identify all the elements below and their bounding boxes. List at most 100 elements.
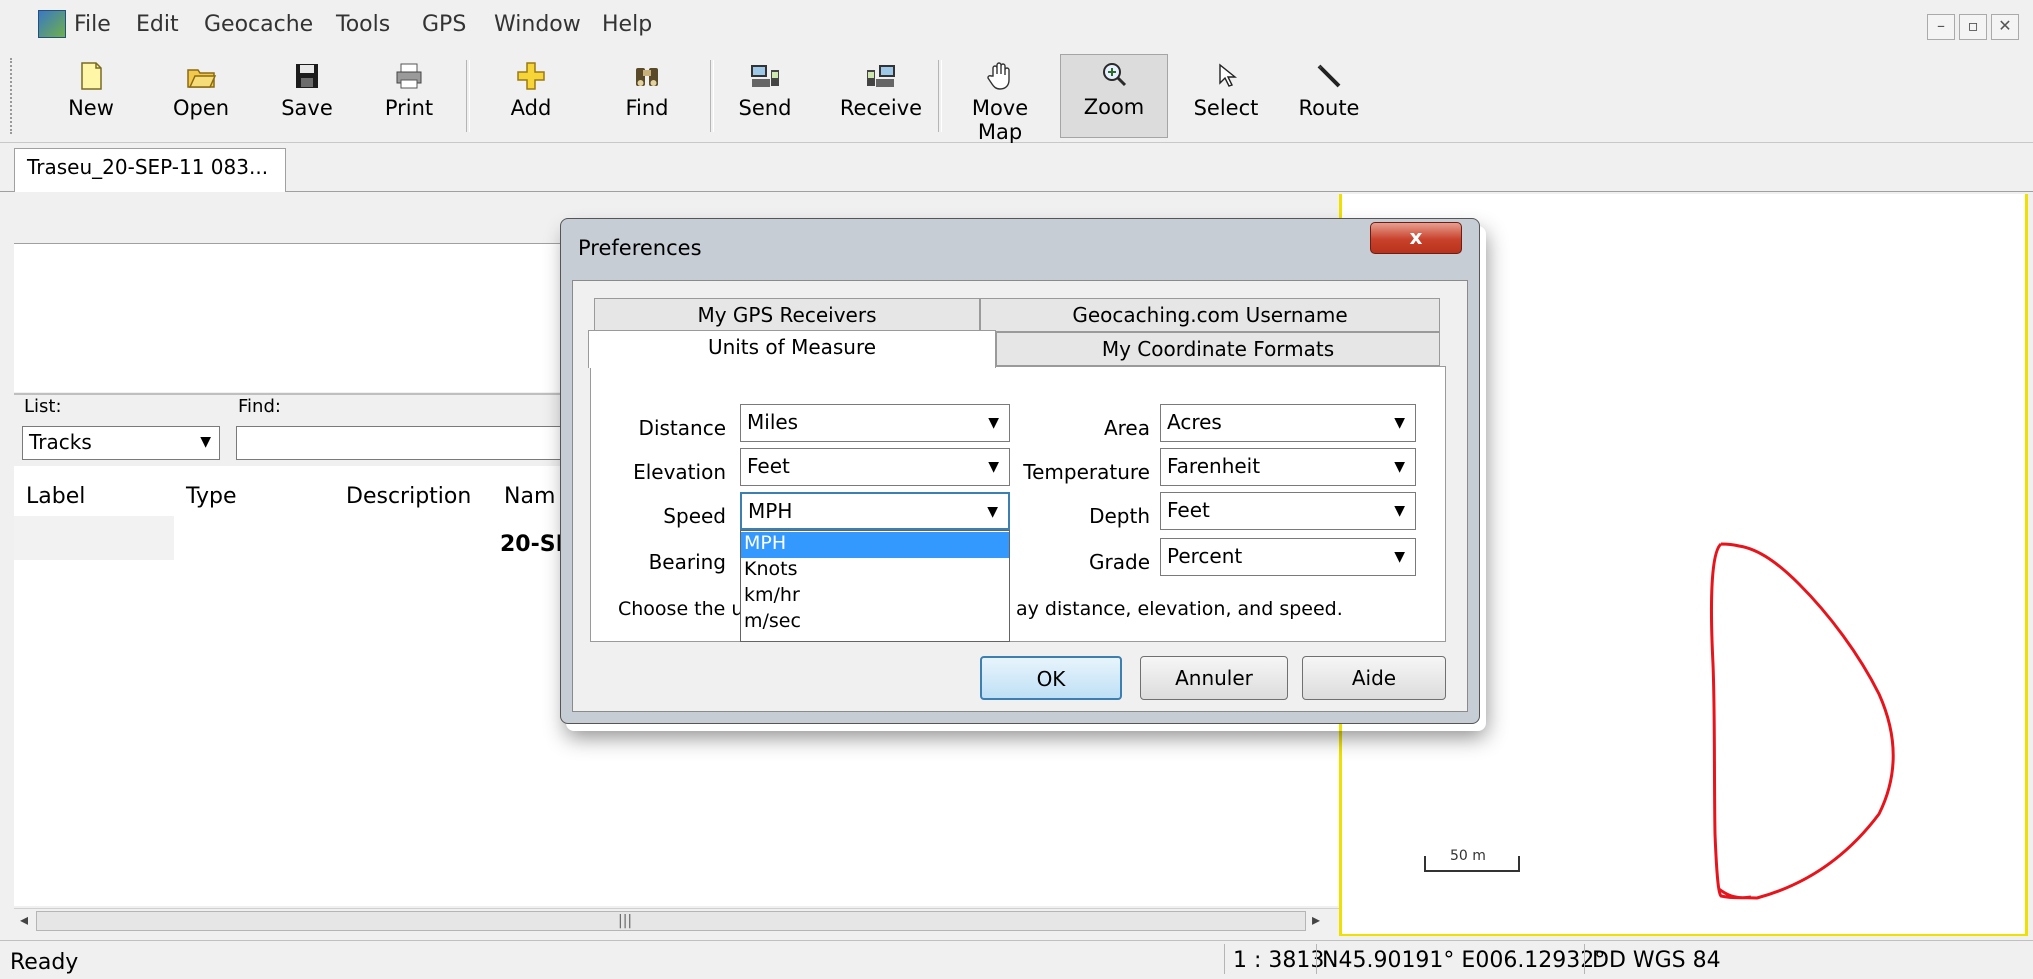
add-label: Add [510, 96, 552, 120]
table-row[interactable] [14, 516, 174, 560]
scroll-left-icon[interactable]: ◂ [20, 910, 28, 929]
help-text-left: Choose the u [618, 598, 744, 620]
new-label: New [68, 96, 114, 120]
track-line [1710, 542, 1895, 900]
scroll-right-icon[interactable]: ▸ [1312, 910, 1320, 929]
chevron-down-icon: ▼ [988, 415, 999, 431]
menu-help[interactable]: Help [602, 12, 652, 37]
toolbar-separator [466, 60, 470, 132]
status-text: Ready [10, 950, 79, 975]
find-label: Find [625, 96, 669, 120]
window-controls: – ▫ ✕ [1927, 14, 2019, 40]
select-label: Select [1193, 96, 1259, 120]
chevron-down-icon: ▼ [200, 434, 211, 450]
depth-value: Feet [1167, 498, 1210, 522]
new-document-icon [81, 62, 102, 90]
column-header-label[interactable]: Label [26, 484, 85, 509]
speed-option-knots[interactable]: Knots [744, 558, 797, 580]
print-label: Print [384, 96, 434, 120]
menu-gps[interactable]: GPS [422, 12, 466, 37]
speed-option-msec[interactable]: m/sec [744, 610, 801, 632]
ok-button[interactable]: OK [980, 656, 1122, 700]
printer-icon [396, 63, 422, 89]
grade-label: Grade [1089, 550, 1150, 574]
move-map-button[interactable]: Move Map [948, 56, 1052, 144]
menu-file[interactable]: File [74, 12, 111, 37]
speed-label: Speed [663, 504, 726, 528]
scrollbar-thumb[interactable] [36, 911, 1306, 931]
binoculars-icon [636, 68, 658, 86]
receive-from-gps-icon [867, 65, 895, 87]
list-type-select[interactable]: Tracks ▼ [22, 426, 220, 460]
toolbar-grip[interactable] [10, 58, 16, 134]
tab-units-of-measure[interactable]: Units of Measure [588, 330, 996, 368]
add-button[interactable]: Add [496, 56, 566, 136]
datum-readout: DD WGS 84 [1592, 948, 1721, 973]
status-divider [1584, 944, 1585, 974]
send-label: Send [738, 96, 792, 120]
receive-button[interactable]: Receive [836, 56, 926, 136]
close-button[interactable]: ✕ [1991, 14, 2019, 40]
status-divider [1224, 944, 1225, 974]
move-map-label: Move Map [971, 96, 1029, 144]
save-label: Save [281, 96, 333, 120]
document-tab[interactable]: Traseu_20-SEP-11 083... [14, 148, 286, 192]
select-button[interactable]: Select [1186, 56, 1266, 136]
distance-value: Miles [747, 410, 799, 434]
arrow-cursor-icon [1219, 63, 1237, 87]
open-label: Open [172, 96, 230, 120]
toolbar-separator [938, 60, 942, 132]
document-tab-strip [0, 143, 2033, 192]
app-icon[interactable] [38, 10, 66, 38]
zoom-button[interactable]: Zoom [1060, 54, 1168, 138]
route-button[interactable]: Route [1294, 56, 1364, 136]
distance-select[interactable]: Miles ▼ [740, 404, 1010, 442]
grade-value: Percent [1167, 544, 1243, 568]
speed-option-kmhr[interactable]: km/hr [744, 584, 800, 606]
temperature-value: Farenheit [1167, 454, 1261, 478]
menu-bar: File Edit Geocache Tools GPS Window Help… [0, 0, 2033, 51]
zoom-label: Zoom [1083, 95, 1145, 119]
bearing-label: Bearing [648, 550, 726, 574]
elevation-select[interactable]: Feet ▼ [740, 448, 1010, 486]
menu-edit[interactable]: Edit [136, 12, 179, 37]
route-label: Route [1298, 96, 1360, 120]
restore-button[interactable]: ▫ [1959, 14, 1987, 40]
save-button[interactable]: Save [272, 56, 342, 136]
find-button[interactable]: Find [612, 56, 682, 136]
status-divider [1316, 944, 1317, 974]
help-text-right: ay distance, elevation, and speed. [1016, 598, 1343, 620]
speed-select[interactable]: MPH ▼ [740, 492, 1010, 530]
toolbar-separator [710, 60, 714, 132]
minimize-button[interactable]: – [1927, 14, 1955, 40]
list-label: List: [24, 396, 62, 417]
send-to-gps-icon [751, 65, 779, 87]
menu-window[interactable]: Window [494, 12, 581, 37]
chevron-down-icon: ▼ [988, 459, 999, 475]
column-header-type[interactable]: Type [186, 484, 237, 509]
coordinates-readout: N45.90191° E006.12932° [1322, 948, 1606, 973]
send-button[interactable]: Send [728, 56, 802, 136]
column-header-description[interactable]: Description [346, 484, 471, 509]
menu-tools[interactable]: Tools [336, 12, 390, 37]
save-disk-icon [296, 64, 318, 88]
cancel-button[interactable]: Annuler [1140, 656, 1288, 700]
speed-option-mph[interactable]: MPH [744, 532, 786, 554]
tab-my-gps-receivers[interactable]: My GPS Receivers [594, 298, 980, 332]
status-bar [0, 940, 2033, 979]
print-button[interactable]: Print [374, 56, 444, 136]
menu-geocache[interactable]: Geocache [204, 12, 313, 37]
map-scale-readout: 1 : 3813 [1233, 948, 1325, 973]
depth-label: Depth [1089, 504, 1150, 528]
column-header-name[interactable]: Nam [504, 484, 555, 509]
chevron-down-icon: ▼ [987, 504, 998, 520]
open-button[interactable]: Open [166, 56, 236, 136]
pencil-icon [1317, 64, 1341, 88]
hand-icon [987, 62, 1010, 90]
new-button[interactable]: New [56, 56, 126, 136]
elevation-value: Feet [747, 454, 790, 478]
magnifier-icon [1103, 63, 1127, 87]
area-value: Acres [1167, 410, 1222, 434]
add-plus-icon [517, 62, 545, 90]
receive-label: Receive [839, 96, 923, 120]
